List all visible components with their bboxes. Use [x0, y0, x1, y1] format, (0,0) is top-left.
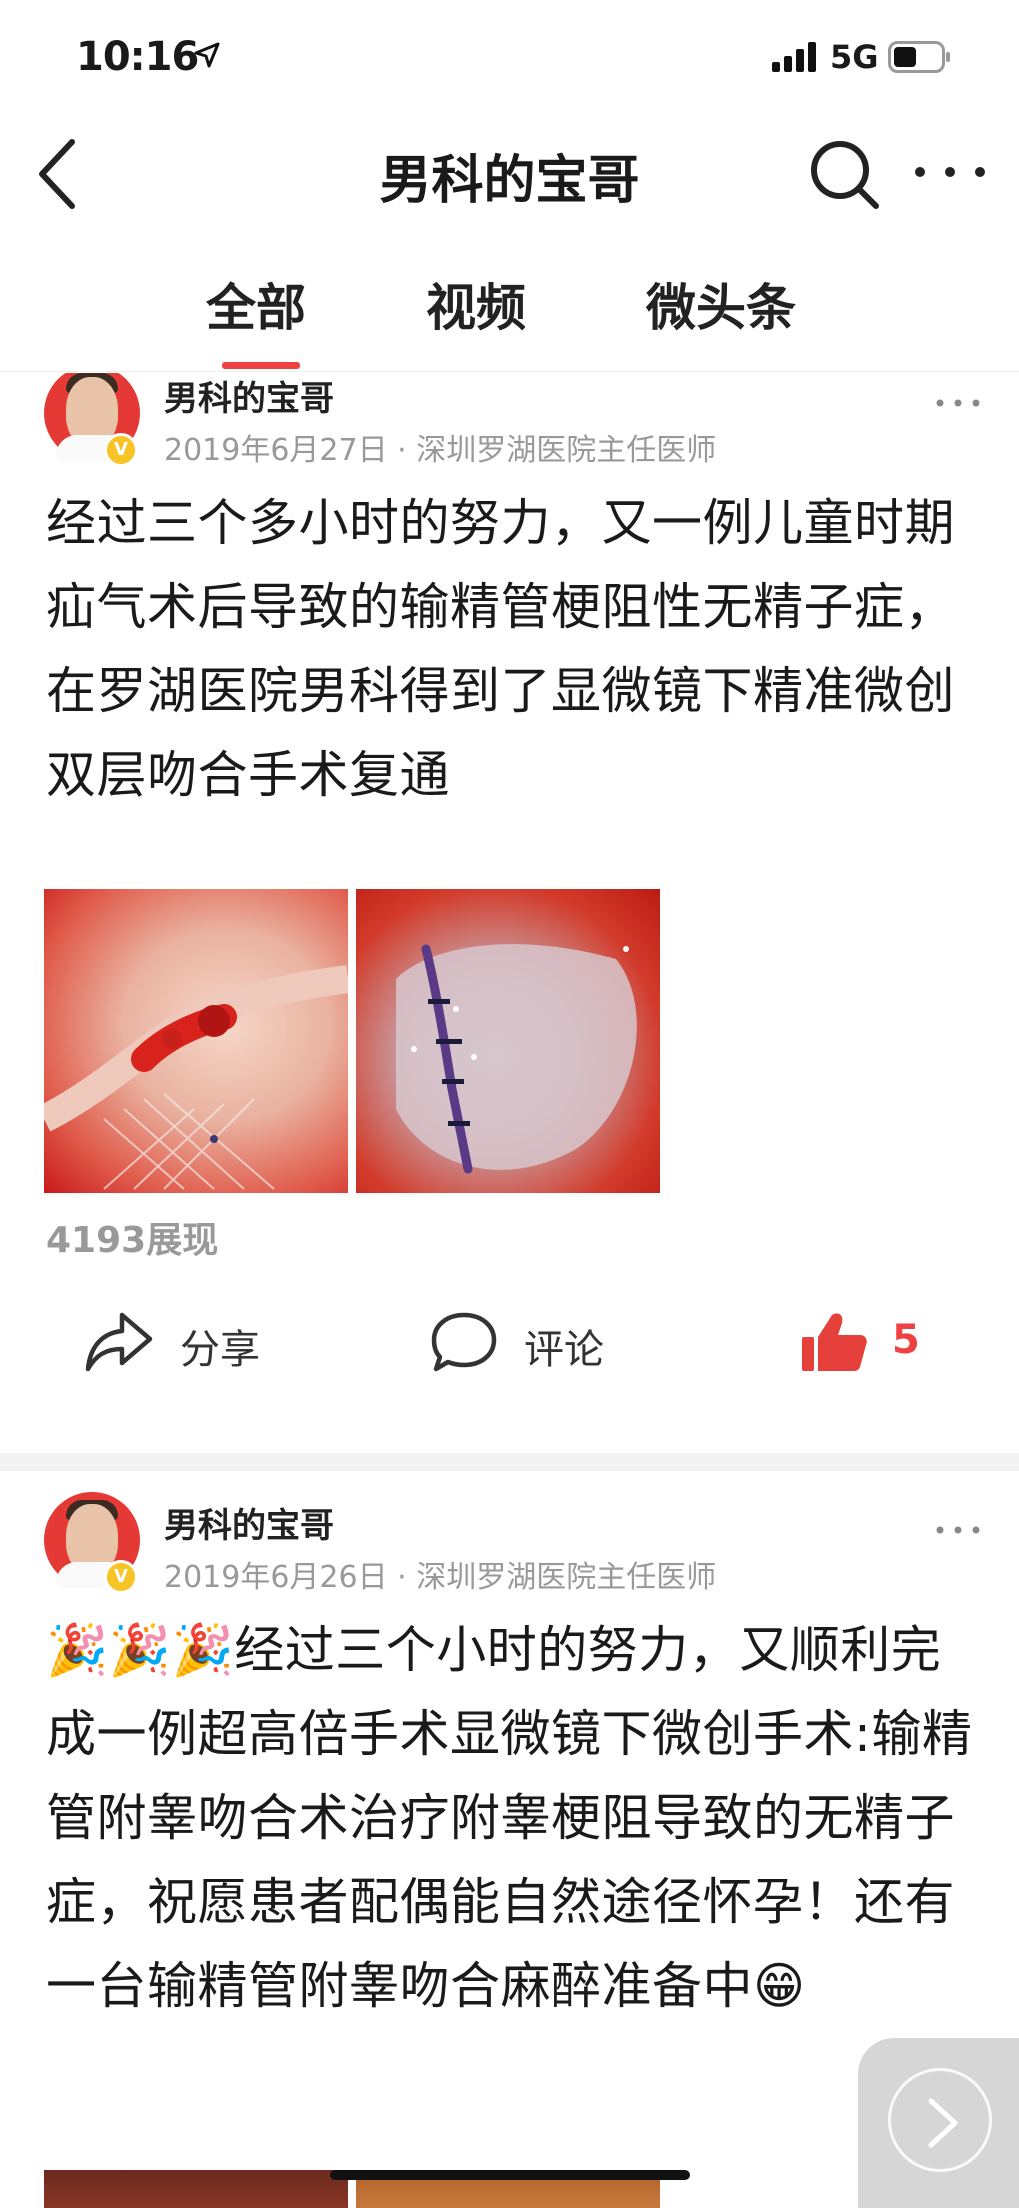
surgery-photo-image — [396, 944, 637, 1174]
author-name[interactable]: 男科的宝哥 — [164, 373, 334, 420]
surgery-photo-image — [44, 965, 348, 1190]
post-more-icon[interactable] — [934, 1520, 982, 1540]
feed-list[interactable]: V 男科的宝哥 2019年6月27日 · 深圳罗湖医院主任医师 经过三个多小时的… — [0, 373, 1019, 2208]
share-label: 分享 — [180, 1327, 260, 1373]
tab-bar: 全部 视频 微头条 — [0, 252, 1019, 372]
post-more-icon[interactable] — [934, 393, 982, 413]
post-text[interactable]: 🎉🎉🎉经过三个小时的努力，又顺利完成一例超高倍手术显微镜下微创手术:输精管附睾吻… — [46, 1608, 976, 2028]
next-article-button[interactable] — [858, 2038, 1019, 2208]
battery-icon — [888, 41, 950, 73]
view-count: 4193展现 — [46, 1220, 219, 1261]
author-name[interactable]: 男科的宝哥 — [164, 1498, 334, 1547]
search-icon[interactable] — [806, 136, 882, 212]
post-actions: 分享 评论 5 — [0, 1273, 1019, 1403]
verified-badge-icon: V — [104, 1560, 138, 1594]
post-photo[interactable] — [44, 889, 348, 1193]
nav-bar: 男科的宝哥 — [0, 112, 1019, 232]
post-meta: 2019年6月26日 · 深圳罗湖医院主任医师 — [164, 1552, 716, 1596]
next-article-ring — [888, 2068, 992, 2172]
post-divider — [0, 1453, 1019, 1471]
home-indicator[interactable] — [330, 2170, 690, 2180]
like-count: 5 — [892, 1317, 920, 1363]
tab-micro-headlines[interactable]: 微头条 — [646, 268, 796, 340]
comment-label: 评论 — [524, 1327, 604, 1373]
meta-separator: · — [397, 433, 407, 468]
author-title: 深圳罗湖医院主任医师 — [416, 433, 717, 468]
more-horizontal-icon[interactable] — [910, 150, 990, 194]
author-title: 深圳罗湖医院主任医师 — [416, 1560, 717, 1595]
location-arrow-icon — [194, 42, 220, 68]
cell-signal-icon — [772, 42, 816, 72]
network-type: 5G — [830, 38, 879, 76]
status-time: 10:16 — [76, 34, 199, 80]
verified-badge-icon: V — [104, 433, 138, 467]
post-text[interactable]: 经过三个多小时的努力，又一例儿童时期疝气术后导致的输精管梗阻性无精子症，在罗湖医… — [46, 481, 976, 817]
post-photo[interactable] — [44, 2170, 348, 2208]
tab-all[interactable]: 全部 — [206, 268, 306, 340]
post-date: 2019年6月26日 — [164, 1560, 388, 1595]
thumbs-up-icon — [802, 1313, 867, 1371]
tab-video[interactable]: 视频 — [426, 268, 526, 340]
post-meta: 2019年6月27日 · 深圳罗湖医院主任医师 — [164, 425, 716, 469]
post-date: 2019年6月27日 — [164, 433, 388, 468]
post-photo[interactable] — [356, 889, 660, 1193]
share-icon — [85, 1312, 153, 1372]
active-tab-indicator — [222, 362, 300, 369]
comment-icon — [431, 1312, 497, 1372]
chevron-right-icon — [928, 2098, 958, 2148]
meta-separator: · — [397, 1560, 407, 1595]
status-bar: 10:16 5G — [0, 0, 1019, 112]
